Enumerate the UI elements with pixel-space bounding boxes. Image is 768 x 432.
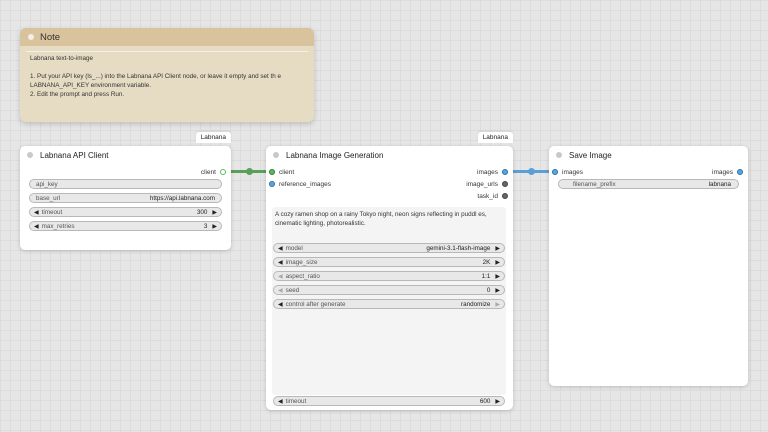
labnana-api-client-node[interactable]: Labnana Labnana API Client client api_ke… xyxy=(20,132,231,250)
image-size-select[interactable]: ◀ image_size 2K ▶ xyxy=(273,257,505,267)
output-port-icon[interactable] xyxy=(502,169,508,175)
note-title: Note xyxy=(40,31,61,43)
max-retries-stepper[interactable]: ◀ max_retries 3 ▶ xyxy=(29,221,222,231)
increment-arrow-icon[interactable]: ▶ xyxy=(212,209,217,216)
decrement-arrow-icon[interactable]: ◀ xyxy=(278,287,283,294)
input-label: reference_images xyxy=(279,180,332,188)
output-image-urls[interactable]: image_urls xyxy=(466,179,508,189)
increment-arrow-icon[interactable]: ▶ xyxy=(495,287,500,294)
node-badge: Labnana xyxy=(477,132,513,143)
next-arrow-icon[interactable]: ▶ xyxy=(495,245,500,252)
model-select[interactable]: ◀ model gemini-3.1-flash-image ▶ xyxy=(273,243,505,253)
output-label: task_id xyxy=(477,192,498,200)
increment-arrow-icon[interactable]: ▶ xyxy=(495,398,500,405)
decrement-arrow-icon[interactable]: ◀ xyxy=(34,223,39,230)
collapse-dot-icon[interactable] xyxy=(27,152,33,158)
input-port-icon[interactable] xyxy=(269,169,275,175)
timeout-stepper[interactable]: ◀ timeout 300 ▶ xyxy=(29,207,222,217)
link-midpoint-icon[interactable] xyxy=(246,168,253,175)
save-image-node[interactable]: Save Image images images filename_prefix… xyxy=(549,146,748,386)
increment-arrow-icon[interactable]: ▶ xyxy=(212,223,217,230)
output-images[interactable]: images xyxy=(712,167,743,177)
api-key-field[interactable]: api_key xyxy=(29,179,222,189)
note-text[interactable]: Labnana text-to-image 1. Put your API ke… xyxy=(26,51,308,117)
collapse-dot-icon[interactable] xyxy=(28,34,34,40)
aspect-ratio-select[interactable]: ◀ aspect_ratio 1:1 ▶ xyxy=(273,271,505,281)
output-port-icon[interactable] xyxy=(737,169,743,175)
decrement-arrow-icon[interactable]: ◀ xyxy=(34,209,39,216)
input-client[interactable]: client xyxy=(269,167,294,177)
node-header[interactable]: Save Image xyxy=(549,146,748,164)
input-port-icon[interactable] xyxy=(269,181,275,187)
output-label: client xyxy=(200,168,216,176)
next-arrow-icon[interactable]: ▶ xyxy=(495,273,500,280)
prev-arrow-icon[interactable]: ◀ xyxy=(278,245,283,252)
filename-prefix-field[interactable]: filename_prefix labnana xyxy=(558,179,739,189)
output-port-icon[interactable] xyxy=(220,169,226,175)
output-client[interactable]: client xyxy=(201,167,226,177)
base-url-field[interactable]: base_url https://api.labnana.com xyxy=(29,193,222,203)
prev-arrow-icon[interactable]: ◀ xyxy=(278,301,283,308)
input-images[interactable]: images xyxy=(552,167,583,177)
note-node[interactable]: Note Labnana text-to-image 1. Put your A… xyxy=(20,28,314,122)
seed-stepper[interactable]: ◀ seed 0 ▶ xyxy=(273,285,505,295)
input-reference-images[interactable]: reference_images xyxy=(269,179,331,189)
node-header[interactable]: Labnana API Client xyxy=(20,146,231,164)
prev-arrow-icon[interactable]: ◀ xyxy=(278,259,283,266)
collapse-dot-icon[interactable] xyxy=(556,152,562,158)
output-port-icon[interactable] xyxy=(502,193,508,199)
note-header[interactable]: Note xyxy=(20,28,314,46)
output-label: image_urls xyxy=(466,180,498,188)
next-arrow-icon[interactable]: ▶ xyxy=(495,301,500,308)
node-title: Labnana API Client xyxy=(40,150,109,160)
node-badge: Labnana xyxy=(195,132,231,143)
node-title: Save Image xyxy=(569,150,612,160)
input-label: client xyxy=(279,168,295,176)
output-task-id[interactable]: task_id xyxy=(477,191,508,201)
output-port-icon[interactable] xyxy=(502,181,508,187)
collapse-dot-icon[interactable] xyxy=(273,152,279,158)
node-header[interactable]: Labnana Image Generation xyxy=(266,146,513,164)
timeout-stepper[interactable]: ◀ timeout 600 ▶ xyxy=(273,396,505,406)
input-port-icon[interactable] xyxy=(552,169,558,175)
output-images[interactable]: images xyxy=(477,167,508,177)
input-label: images xyxy=(562,168,583,176)
control-after-generate-select[interactable]: ◀ control after generate randomize ▶ xyxy=(273,299,505,309)
output-label: images xyxy=(712,168,733,176)
link-midpoint-icon[interactable] xyxy=(528,168,535,175)
next-arrow-icon[interactable]: ▶ xyxy=(495,259,500,266)
decrement-arrow-icon[interactable]: ◀ xyxy=(278,398,283,405)
node-title: Labnana Image Generation xyxy=(286,150,384,160)
prev-arrow-icon[interactable]: ◀ xyxy=(278,273,283,280)
output-label: images xyxy=(477,168,498,176)
